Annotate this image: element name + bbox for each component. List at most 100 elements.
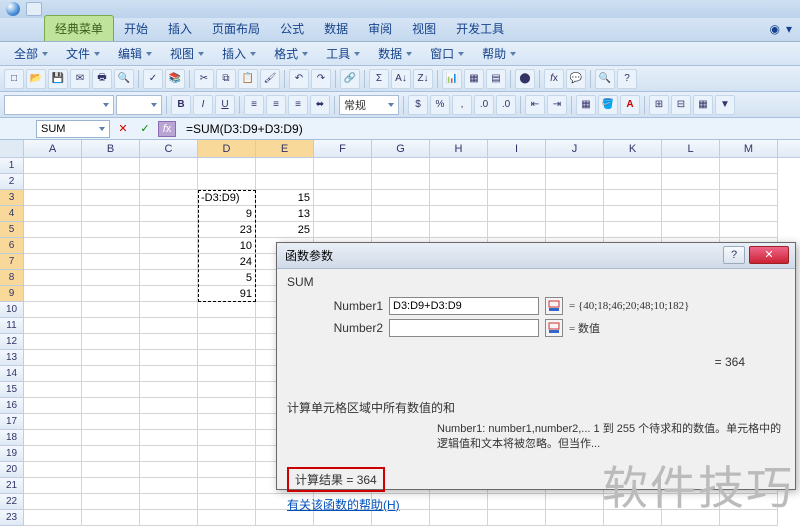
ribbon-tab[interactable]: 经典菜单 [44, 15, 114, 41]
cell[interactable] [140, 206, 198, 222]
cell[interactable] [430, 174, 488, 190]
column-header[interactable]: L [662, 140, 720, 157]
cell[interactable] [140, 398, 198, 414]
dialog-close-icon[interactable]: ✕ [749, 246, 789, 264]
qat-save-icon[interactable] [26, 2, 42, 16]
preview-icon[interactable]: 🔍 [114, 69, 134, 89]
row-header[interactable]: 16 [0, 398, 24, 414]
cell[interactable] [82, 430, 140, 446]
column-header[interactable]: C [140, 140, 198, 157]
cell[interactable] [372, 174, 430, 190]
cell[interactable] [24, 414, 82, 430]
menu-item[interactable]: 视图 [162, 43, 212, 64]
delete-cells-icon[interactable]: ⊟ [671, 95, 691, 115]
menu-item[interactable]: 格式 [266, 43, 316, 64]
research-icon[interactable]: 📚 [165, 69, 185, 89]
cell[interactable] [198, 366, 256, 382]
column-header[interactable]: H [430, 140, 488, 157]
cell[interactable] [488, 158, 546, 174]
cell[interactable]: -D3:D9) [198, 190, 256, 206]
cell[interactable] [140, 222, 198, 238]
column-header[interactable]: F [314, 140, 372, 157]
cell[interactable] [720, 222, 778, 238]
cell[interactable]: 5 [198, 270, 256, 286]
select-all-corner[interactable] [0, 140, 24, 157]
cell[interactable] [82, 382, 140, 398]
dialog-help-icon[interactable]: ? [723, 246, 745, 264]
inc-decimal-icon[interactable]: .0 [474, 95, 494, 115]
column-header[interactable]: K [604, 140, 662, 157]
redo-icon[interactable]: ↷ [311, 69, 331, 89]
font-color-icon[interactable]: A [620, 95, 640, 115]
cell[interactable] [256, 174, 314, 190]
cell[interactable] [24, 318, 82, 334]
cell[interactable] [82, 350, 140, 366]
cell[interactable] [82, 302, 140, 318]
cell[interactable] [82, 318, 140, 334]
cell[interactable] [488, 206, 546, 222]
cell[interactable] [140, 494, 198, 510]
comma-icon[interactable]: , [452, 95, 472, 115]
column-header[interactable]: J [546, 140, 604, 157]
zoom-icon[interactable]: 🔍 [595, 69, 615, 89]
cell[interactable] [82, 238, 140, 254]
ribbon-tab[interactable]: 审阅 [358, 16, 402, 41]
cell[interactable] [372, 190, 430, 206]
cell[interactable] [82, 462, 140, 478]
cell[interactable] [198, 174, 256, 190]
cell[interactable] [24, 382, 82, 398]
formula-input[interactable]: =SUM(D3:D9+D3:D9) [180, 122, 790, 136]
bold-icon[interactable]: B [171, 95, 191, 115]
cell[interactable] [430, 190, 488, 206]
cell[interactable] [198, 302, 256, 318]
cell[interactable] [256, 158, 314, 174]
cell[interactable] [24, 254, 82, 270]
cell[interactable] [140, 334, 198, 350]
inc-indent-icon[interactable]: ⇥ [547, 95, 567, 115]
print-icon[interactable]: 🖶 [92, 69, 112, 89]
cell[interactable] [604, 206, 662, 222]
dialog-title-bar[interactable]: 函数参数 ? ✕ [277, 243, 795, 269]
row-header[interactable]: 22 [0, 494, 24, 510]
insert-function-icon[interactable]: fx [158, 121, 176, 137]
currency-icon[interactable]: $ [408, 95, 428, 115]
cell[interactable] [82, 414, 140, 430]
cell[interactable]: 91 [198, 286, 256, 302]
cell[interactable] [82, 222, 140, 238]
row-header[interactable]: 13 [0, 350, 24, 366]
row-header[interactable]: 20 [0, 462, 24, 478]
mail-icon[interactable]: ✉ [70, 69, 90, 89]
cell[interactable] [82, 190, 140, 206]
cell[interactable] [140, 286, 198, 302]
cell[interactable] [24, 366, 82, 382]
cell[interactable]: 13 [256, 206, 314, 222]
cell[interactable] [82, 494, 140, 510]
cell[interactable] [720, 158, 778, 174]
cell[interactable] [372, 206, 430, 222]
ribbon-tab[interactable]: 数据 [314, 16, 358, 41]
cell[interactable] [488, 174, 546, 190]
cell[interactable] [24, 430, 82, 446]
cell[interactable] [82, 254, 140, 270]
menu-item[interactable]: 全部 [6, 43, 56, 64]
cell[interactable] [24, 494, 82, 510]
cell[interactable] [24, 222, 82, 238]
cell[interactable] [82, 366, 140, 382]
cell[interactable] [430, 158, 488, 174]
row-header[interactable]: 14 [0, 366, 24, 382]
cell[interactable] [140, 446, 198, 462]
row-header[interactable]: 17 [0, 414, 24, 430]
dec-decimal-icon[interactable]: .0 [496, 95, 516, 115]
cell[interactable] [198, 462, 256, 478]
cell[interactable] [82, 158, 140, 174]
ribbon-tab[interactable]: 公式 [270, 16, 314, 41]
cell[interactable] [198, 430, 256, 446]
cell[interactable]: 23 [198, 222, 256, 238]
menu-item[interactable]: 数据 [370, 43, 420, 64]
cell[interactable] [140, 430, 198, 446]
cell[interactable] [140, 302, 198, 318]
record-macro-icon[interactable]: ⬤ [515, 69, 535, 89]
cell[interactable] [140, 462, 198, 478]
cell[interactable] [662, 222, 720, 238]
autosum-icon[interactable]: Σ [369, 69, 389, 89]
